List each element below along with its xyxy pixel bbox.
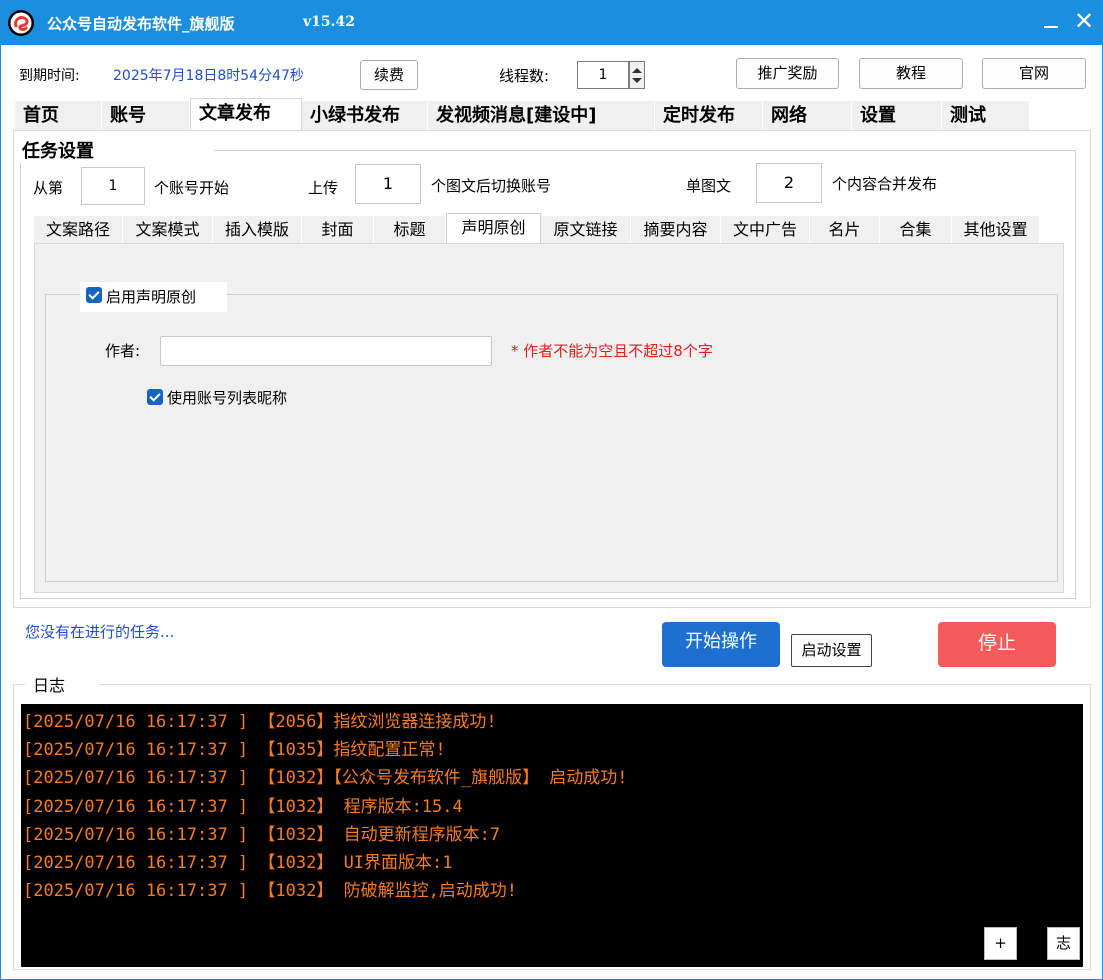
author-label: 作者: (105, 342, 141, 360)
merge-count-suffix: 个内容合并发布 (832, 175, 938, 193)
renew-button[interactable]: 续费 (360, 60, 418, 90)
window-title: 公众号自动发布软件_旗舰版 (47, 15, 235, 33)
log-clear-button[interactable]: 志 (1047, 927, 1080, 960)
use-nickname-label[interactable]: 使用账号列表昵称 (167, 387, 287, 408)
subtab-original-link[interactable]: 原文链接 (541, 216, 631, 244)
log-expand-button[interactable]: + (984, 927, 1017, 960)
promote-reward-button[interactable]: 推广奖励 (736, 58, 839, 89)
expire-label: 到期时间: (19, 68, 80, 84)
tab-scheduled-publish[interactable]: 定时发布 (655, 101, 763, 131)
tab-video-message[interactable]: 发视频消息[建设中] (428, 101, 655, 131)
app-logo-icon (8, 10, 34, 36)
start-account-input[interactable]: 1 (81, 167, 145, 205)
tab-article-publish[interactable]: 文章发布 (190, 98, 302, 131)
start-account-label: 从第 (33, 179, 64, 197)
subtab-in-text-ad[interactable]: 文中广告 (721, 216, 810, 244)
subtab-declare-original[interactable]: 声明原创 (446, 213, 541, 244)
threads-label: 线程数: (499, 67, 550, 85)
stop-button[interactable]: 停止 (938, 622, 1056, 667)
merge-count-input[interactable]: 2 (756, 163, 822, 203)
start-button[interactable]: 开始操作 (662, 622, 780, 667)
author-input[interactable] (160, 336, 492, 366)
subtab-other-settings[interactable]: 其他设置 (952, 216, 1040, 244)
spinner-arrows-icon[interactable] (629, 61, 645, 89)
minimize-icon[interactable] (1041, 9, 1063, 33)
enable-original-checkbox[interactable] (86, 287, 102, 303)
log-output: [2025/07/16 16:17:37 ] 【2056】指纹浏览器连接成功! … (21, 704, 1083, 967)
log-line: [2025/07/16 16:17:37 ] 【1032】【公众号发布软件_旗舰… (23, 768, 628, 789)
subtab-title[interactable]: 标题 (374, 216, 446, 244)
log-line: [2025/07/16 16:17:37 ] 【1032】 UI界面版本:1 (23, 853, 453, 874)
window-version: v15.42 (303, 14, 355, 30)
task-status-text: 您没有在进行的任务... (25, 623, 175, 641)
upload-label: 上传 (308, 179, 339, 197)
enable-original-label[interactable]: 启用声明原创 (106, 286, 196, 307)
website-button[interactable]: 官网 (982, 58, 1086, 89)
log-line: [2025/07/16 16:17:37 ] 【1032】 自动更新程序版本:7 (23, 824, 501, 845)
spinner-up-icon[interactable] (632, 68, 642, 73)
close-icon[interactable]: ✕ (1071, 7, 1097, 37)
subtab-collection[interactable]: 合集 (880, 216, 952, 244)
tab-test[interactable]: 测试 (942, 101, 1030, 131)
subtab-copy-path[interactable]: 文案路径 (34, 216, 123, 244)
tutorial-button[interactable]: 教程 (859, 58, 963, 89)
upload-count-input[interactable]: 1 (355, 164, 421, 204)
upload-suffix: 个图文后切换账号 (431, 177, 552, 195)
tab-green-book-publish[interactable]: 小绿书发布 (302, 101, 428, 131)
threads-input[interactable]: 1 (577, 61, 629, 89)
subtab-business-card[interactable]: 名片 (810, 216, 880, 244)
author-hint: * 作者不能为空且不超过8个字 (511, 342, 713, 360)
tab-home[interactable]: 首页 (15, 101, 102, 131)
log-line: [2025/07/16 16:17:37 ] 【2056】指纹浏览器连接成功! (23, 712, 497, 732)
spinner-down-icon[interactable] (632, 78, 642, 83)
startup-settings-button[interactable]: 启动设置 (791, 634, 872, 667)
use-nickname-checkbox[interactable] (147, 389, 163, 405)
log-line: [2025/07/16 16:17:37 ] 【1032】 程序版本:15.4 (23, 796, 463, 817)
subtab-insert-template[interactable]: 插入模版 (213, 216, 302, 244)
tab-account[interactable]: 账号 (102, 101, 190, 131)
expire-value: 2025年7月18日8时54分47秒 (113, 68, 304, 84)
app-window: 公众号自动发布软件_旗舰版 v15.42 ✕ 到期时间: 2025年7月18日8… (0, 0, 1103, 980)
log-line: [2025/07/16 16:17:37 ] 【1032】 防破解监控,启动成功… (23, 881, 518, 902)
subtab-copy-mode[interactable]: 文案模式 (123, 216, 213, 244)
tab-settings[interactable]: 设置 (852, 101, 942, 131)
log-line: [2025/07/16 16:17:37 ] 【1035】指纹配置正常! (23, 740, 446, 761)
tab-network[interactable]: 网络 (763, 101, 852, 131)
start-account-suffix: 个账号开始 (154, 179, 230, 197)
task-settings-legend: 任务设置 (20, 137, 214, 163)
subtab-summary[interactable]: 摘要内容 (631, 216, 721, 244)
single-article-label: 单图文 (686, 177, 732, 195)
log-legend: 日志 (25, 672, 100, 696)
title-bar: 公众号自动发布软件_旗舰版 v15.42 ✕ (1, 1, 1102, 45)
subtab-cover[interactable]: 封面 (302, 216, 374, 244)
